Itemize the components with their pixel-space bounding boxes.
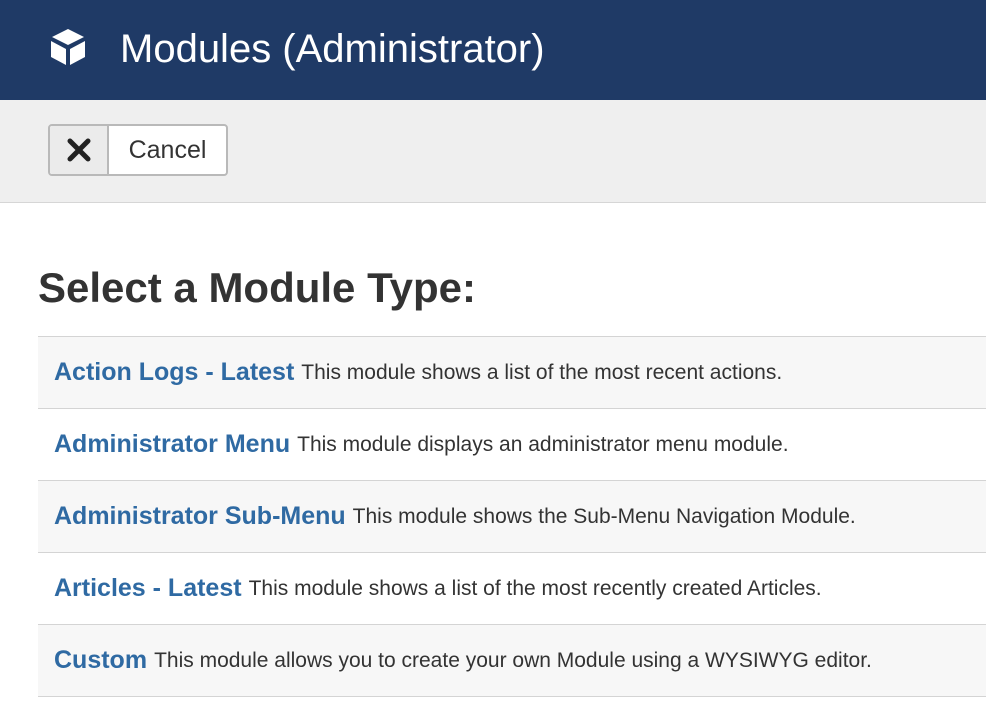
module-description: This module allows you to create your ow…: [154, 648, 872, 672]
toolbar: Cancel: [0, 100, 986, 203]
module-link-administrator-menu[interactable]: Administrator Menu: [54, 430, 290, 459]
module-link-action-logs-latest[interactable]: Action Logs - Latest: [54, 358, 294, 387]
cancel-icon-container: [50, 126, 109, 174]
list-item: Administrator Sub-Menu This module shows…: [38, 481, 986, 553]
module-description: This module shows a list of the most rec…: [301, 360, 783, 384]
close-icon: [67, 138, 90, 162]
module-link-articles-latest[interactable]: Articles - Latest: [54, 574, 242, 603]
page-header: Modules (Administrator): [0, 0, 986, 100]
module-type-list: Action Logs - Latest This module shows a…: [38, 336, 986, 697]
cancel-button-label: Cancel: [128, 135, 207, 164]
cube-icon: [51, 29, 85, 65]
page-header-title: Modules (Administrator): [120, 27, 545, 71]
page-title: Select a Module Type:: [38, 264, 476, 311]
list-item: Administrator Menu This module displays …: [38, 409, 986, 481]
module-link-custom[interactable]: Custom: [54, 646, 147, 675]
module-link-administrator-sub-menu[interactable]: Administrator Sub-Menu: [54, 502, 346, 531]
list-item: Articles - Latest This module shows a li…: [38, 553, 986, 625]
module-description: This module displays an administrator me…: [297, 432, 789, 456]
module-description: This module shows the Sub-Menu Navigatio…: [352, 504, 856, 528]
module-description: This module shows a list of the most rec…: [248, 576, 822, 600]
list-item: Action Logs - Latest This module shows a…: [38, 337, 986, 409]
list-item: Custom This module allows you to create …: [38, 625, 986, 697]
cancel-button[interactable]: Cancel: [48, 124, 228, 176]
